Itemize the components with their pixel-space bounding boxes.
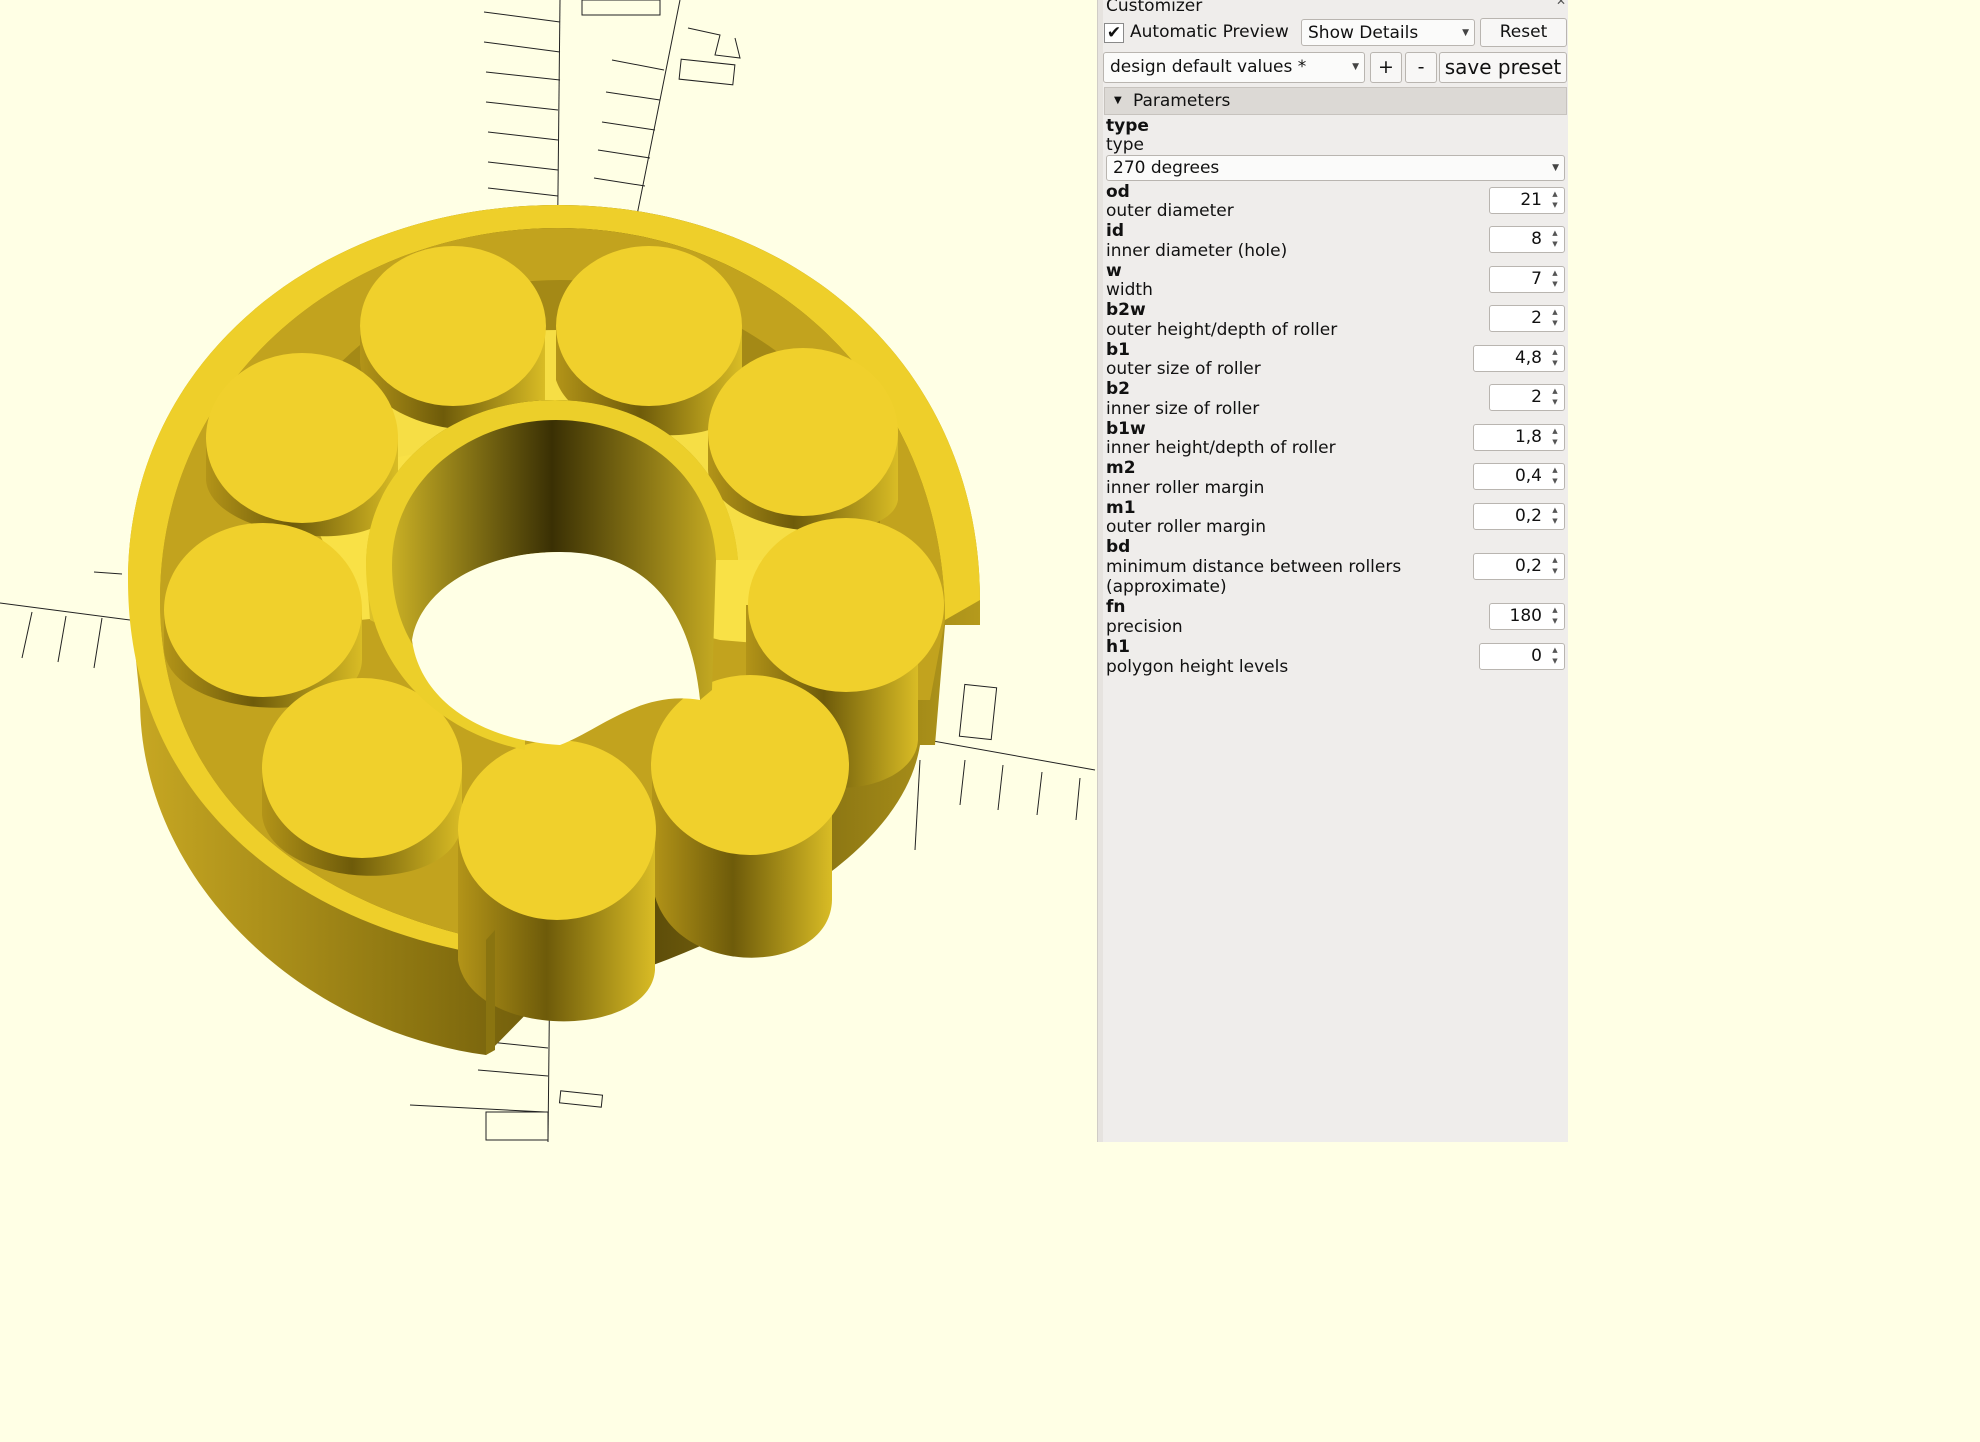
fn-value: 180 (1509, 606, 1542, 626)
spin-arrows-icon[interactable]: ▲ ▼ (1549, 505, 1561, 527)
param-desc-bd-line2: (approximate) (1106, 577, 1227, 597)
fn-spinbox[interactable]: 180 ▲ ▼ (1489, 603, 1565, 630)
param-name-w: w (1106, 261, 1122, 281)
param-desc-m1: outer roller margin (1106, 517, 1266, 537)
customizer-panel: Customizer ✕ ✔ Automatic Preview Show De… (1103, 0, 1568, 1142)
param-desc-b2: inner size of roller (1106, 399, 1260, 419)
param-desc-m2: inner roller margin (1106, 478, 1265, 498)
h1-value: 0 (1531, 646, 1542, 666)
remove-preset-button[interactable]: - (1405, 52, 1437, 83)
param-desc-b1w: inner height/depth of roller (1106, 438, 1336, 458)
bd-value: 0,2 (1514, 556, 1542, 576)
m2-value: 0,4 (1514, 466, 1542, 486)
param-name-b2: b2 (1106, 379, 1130, 399)
save-preset-button[interactable]: save preset (1439, 52, 1567, 83)
param-desc-fn: precision (1106, 617, 1183, 637)
w-value: 7 (1531, 269, 1542, 289)
chevron-down-icon: ▼ (1552, 163, 1559, 173)
spin-arrows-icon[interactable]: ▲ ▼ (1549, 189, 1561, 211)
b1w-spinbox[interactable]: 1,8 ▲ ▼ (1473, 424, 1565, 451)
b1-spinbox[interactable]: 4,8 ▲ ▼ (1473, 345, 1565, 372)
spin-arrows-icon[interactable]: ▲ ▼ (1549, 605, 1561, 627)
h1-spinbox[interactable]: 0 ▲ ▼ (1479, 643, 1565, 670)
id-spinbox[interactable]: 8 ▲ ▼ (1489, 226, 1565, 253)
spin-arrows-icon[interactable]: ▲ ▼ (1549, 465, 1561, 487)
type-select-value: 270 degrees (1113, 158, 1220, 178)
bearing-model-render (0, 0, 1096, 1142)
od-spinbox[interactable]: 21 ▲ ▼ (1489, 187, 1565, 214)
m1-value: 0,2 (1514, 506, 1542, 526)
add-preset-button[interactable]: + (1370, 52, 1402, 83)
param-name-id: id (1106, 221, 1124, 241)
spin-arrows-icon[interactable]: ▲ ▼ (1549, 645, 1561, 667)
param-desc-type: type (1106, 135, 1144, 155)
panel-title: Customizer (1106, 0, 1203, 16)
param-name-od: od (1106, 182, 1130, 202)
preset-select[interactable]: design default values * ▼ (1103, 52, 1365, 83)
spin-arrows-icon[interactable]: ▲ ▼ (1549, 347, 1561, 369)
b1-value: 4,8 (1514, 348, 1542, 368)
spin-arrows-icon[interactable]: ▲ ▼ (1549, 228, 1561, 250)
param-desc-id: inner diameter (hole) (1106, 241, 1288, 261)
b2w-value: 2 (1531, 308, 1542, 328)
reset-button[interactable]: Reset (1480, 18, 1567, 47)
param-name-type: type (1106, 116, 1149, 136)
automatic-preview-label: Automatic Preview (1130, 22, 1289, 42)
details-select-value: Show Details (1308, 23, 1419, 43)
spin-arrows-icon[interactable]: ▲ ▼ (1549, 307, 1561, 329)
b2-value: 2 (1531, 387, 1542, 407)
spin-arrows-icon[interactable]: ▲ ▼ (1549, 555, 1561, 577)
param-desc-od: outer diameter (1106, 201, 1234, 221)
chevron-down-icon: ▼ (1352, 62, 1359, 72)
param-desc-h1: polygon height levels (1106, 657, 1289, 677)
chevron-down-icon: ▼ (1462, 28, 1469, 38)
close-panel-icon[interactable]: ✕ (1556, 0, 1566, 8)
w-spinbox[interactable]: 7 ▲ ▼ (1489, 266, 1565, 293)
param-desc-w: width (1106, 280, 1153, 300)
spin-arrows-icon[interactable]: ▲ ▼ (1549, 386, 1561, 408)
bd-spinbox[interactable]: 0,2 ▲ ▼ (1473, 553, 1565, 580)
param-name-b1w: b1w (1106, 419, 1146, 439)
section-title: Parameters (1133, 91, 1231, 111)
spin-arrows-icon[interactable]: ▲ ▼ (1549, 426, 1561, 448)
param-desc-bd-line1: minimum distance between rollers (1106, 557, 1402, 577)
automatic-preview-checkbox[interactable]: ✔ (1104, 23, 1124, 43)
b2-spinbox[interactable]: 2 ▲ ▼ (1489, 384, 1565, 411)
od-value: 21 (1520, 190, 1542, 210)
b1w-value: 1,8 (1514, 427, 1542, 447)
param-name-m1: m1 (1106, 498, 1136, 518)
m1-spinbox[interactable]: 0,2 ▲ ▼ (1473, 503, 1565, 530)
preset-select-value: design default values * (1110, 57, 1307, 77)
param-desc-b1: outer size of roller (1106, 359, 1261, 379)
m2-spinbox[interactable]: 0,4 ▲ ▼ (1473, 463, 1565, 490)
b2w-spinbox[interactable]: 2 ▲ ▼ (1489, 305, 1565, 332)
parameters-section-header[interactable]: ▼ Parameters (1104, 87, 1567, 115)
param-name-b2w: b2w (1106, 300, 1146, 320)
param-name-h1: h1 (1106, 637, 1130, 657)
triangle-down-icon: ▼ (1114, 95, 1122, 106)
type-select[interactable]: 270 degrees ▼ (1106, 155, 1565, 181)
param-name-b1: b1 (1106, 340, 1130, 360)
details-select[interactable]: Show Details ▼ (1301, 19, 1475, 46)
checkmark-icon: ✔ (1106, 23, 1122, 43)
param-name-m2: m2 (1106, 458, 1136, 478)
id-value: 8 (1531, 229, 1542, 249)
param-desc-b2w: outer height/depth of roller (1106, 320, 1338, 340)
spin-arrows-icon[interactable]: ▲ ▼ (1549, 268, 1561, 290)
param-name-bd: bd (1106, 537, 1131, 557)
3d-viewport[interactable] (0, 0, 1097, 1142)
param-name-fn: fn (1106, 597, 1126, 617)
